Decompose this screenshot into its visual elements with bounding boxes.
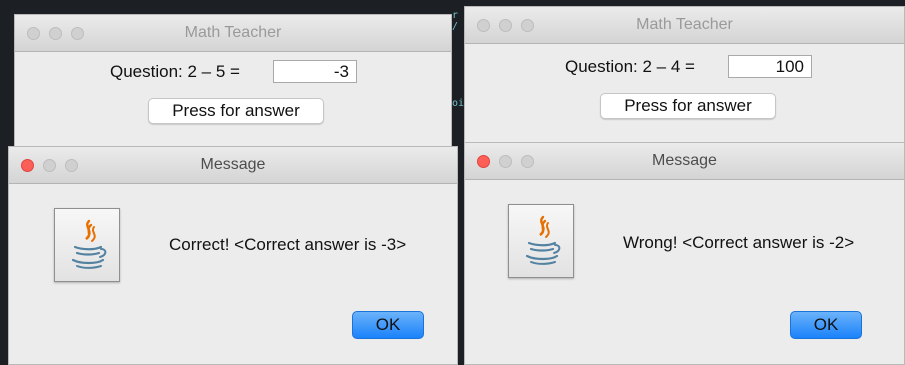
window-title: Math Teacher	[184, 24, 282, 41]
java-icon	[508, 204, 574, 278]
answer-input[interactable]	[273, 60, 357, 83]
press-for-answer-button[interactable]: Press for answer	[600, 93, 776, 119]
title-bar: Math Teacher	[465, 7, 904, 44]
window-title: Message	[200, 156, 266, 173]
message-text: Wrong! <Correct answer is -2>	[623, 233, 855, 252]
java-icon	[54, 208, 120, 282]
message-dialog-right: Message Wrong! <Correct answer is -2> OK	[464, 142, 905, 365]
question-label: Question: 2 – 4 =	[565, 57, 695, 76]
answer-input[interactable]	[728, 55, 812, 78]
title-bar: Message	[465, 143, 904, 180]
message-dialog-left: Message Correct! <Correct answer is -3> …	[8, 146, 458, 365]
window-title: Message	[652, 152, 717, 169]
window-title: Math Teacher	[636, 16, 733, 33]
press-for-answer-button[interactable]: Press for answer	[148, 98, 324, 124]
message-text: Correct! <Correct answer is -3>	[169, 235, 407, 254]
math-teacher-window-right: Math Teacher Question: 2 – 4 = Press for…	[464, 6, 905, 144]
question-label: Question: 2 – 5 =	[110, 62, 240, 81]
ok-button[interactable]: OK	[352, 311, 424, 339]
background-editor: r / oi	[452, 10, 465, 109]
ok-button[interactable]: OK	[790, 311, 862, 339]
title-bar: Message	[9, 147, 457, 184]
title-bar: Math Teacher	[15, 15, 451, 52]
math-teacher-window-left: Math Teacher Question: 2 – 5 = Press for…	[14, 14, 452, 154]
